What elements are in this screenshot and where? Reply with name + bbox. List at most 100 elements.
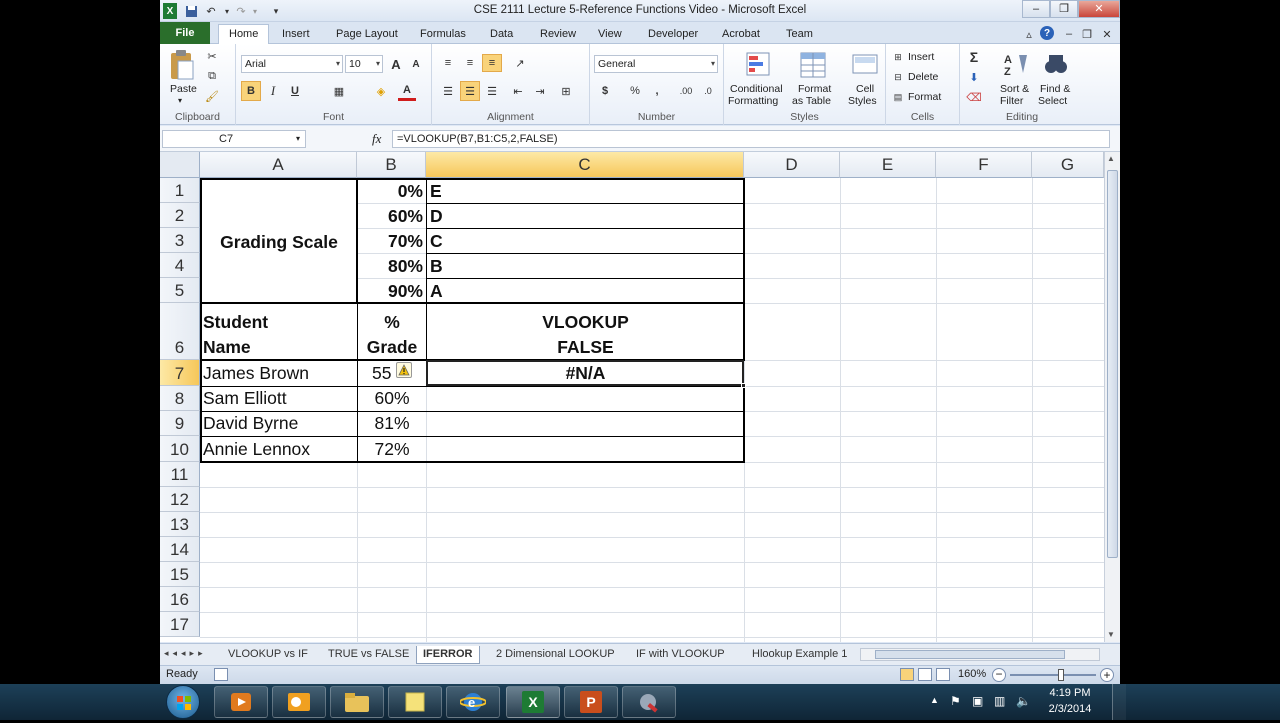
insert-function-icon[interactable]: fx [372,131,381,147]
column-header-g[interactable]: G [1032,152,1104,178]
zoom-in-icon[interactable]: + [1100,668,1114,682]
cell-a9[interactable]: David Byrne [203,412,298,434]
minimize-button[interactable]: – [1022,0,1050,18]
cell-b9[interactable]: 81% [358,412,426,434]
column-header-b[interactable]: B [357,152,426,178]
merge-center-icon[interactable]: ⊞ [556,81,576,101]
sort-filter-icon[interactable]: AZ [1002,50,1030,78]
cell-styles-label[interactable]: Cell [856,83,874,95]
paste-button[interactable]: Paste [170,83,197,95]
formula-input[interactable]: =VLOOKUP(B7,B1:C5,2,FALSE) [392,130,1110,148]
windows-start-icon[interactable] [166,685,200,719]
row-header-13[interactable]: 13 [160,512,200,537]
sort-filter-label-2[interactable]: Filter [1000,95,1023,107]
scroll-up-icon[interactable]: ▲ [1107,154,1115,163]
minimize-ribbon-icon[interactable]: ▵ [1022,26,1036,42]
workbook-restore-icon[interactable]: ❐ [1080,26,1094,42]
row-header-1[interactable]: 1 [160,178,200,203]
column-header-f[interactable]: F [936,152,1032,178]
paste-dropdown-icon[interactable]: ▾ [178,96,182,105]
excel-taskbar-icon[interactable]: X [506,686,560,718]
format-cells-icon[interactable]: ▤ [892,91,904,103]
row-header-3[interactable]: 3 [160,228,200,253]
scroll-thumb[interactable] [1107,170,1118,558]
underline-button[interactable]: U [286,81,304,101]
sheet-tab-hlookup-example[interactable]: Hlookup Example 1 [746,646,850,664]
cell-b1[interactable]: 0% [358,180,423,202]
horizontal-scrollbar[interactable] [860,648,1100,661]
font-size-combo[interactable]: 10 ▾ [345,55,383,73]
conditional-formatting-icon[interactable] [744,50,774,80]
tab-acrobat[interactable]: Acrobat [712,25,770,44]
cell-b10[interactable]: 72% [358,438,426,460]
fill-icon[interactable]: ⬇ [966,69,982,85]
vertical-scrollbar[interactable]: ▲ ▼ [1104,152,1120,642]
conditional-formatting-label[interactable]: Conditional [730,83,783,95]
cell-b8[interactable]: 60% [358,387,426,409]
zoom-level[interactable]: 160% [958,668,986,680]
italic-button[interactable]: I [264,81,282,101]
percent-button[interactable]: % [626,82,644,100]
format-cells-button[interactable]: Format [908,91,941,103]
find-select-label-2[interactable]: Select [1038,95,1067,107]
cell-b7[interactable]: 55 [372,362,391,384]
align-right-icon[interactable]: ☰ [482,81,502,101]
row-header-8[interactable]: 8 [160,386,200,411]
row-header-16[interactable]: 16 [160,587,200,612]
conditional-formatting-label-2[interactable]: Formatting [728,95,778,107]
tab-insert[interactable]: Insert [272,25,320,44]
comma-button[interactable]: , [648,82,666,100]
autosum-icon[interactable]: Σ [966,49,982,65]
decrease-decimal-icon[interactable]: .0 [698,82,718,100]
horizontal-scroll-thumb[interactable] [875,650,1065,659]
sheet-nav-arrows-icon[interactable]: ◂◂◂▸▸ [164,648,207,659]
orientation-icon[interactable]: ↗ [510,54,530,72]
format-as-table-label-2[interactable]: as Table [792,95,831,107]
paste-icon[interactable] [168,48,196,82]
sheet-tab-2d-lookup[interactable]: 2 Dimensional LOOKUP [490,646,621,664]
outlook-icon[interactable] [272,686,326,718]
shrink-font-icon[interactable]: A [407,55,425,73]
sticky-notes-icon[interactable] [388,686,442,718]
close-button[interactable]: ✕ [1078,0,1120,18]
sheet-tab-iferror[interactable]: IFERROR [416,646,480,664]
zoom-slider-thumb[interactable] [1058,669,1064,681]
workbook-minimize-icon[interactable]: – [1062,26,1076,42]
sheet-tab-vlookup-vs-if[interactable]: VLOOKUP vs IF [222,646,314,664]
sheet-tab-true-vs-false[interactable]: TRUE vs FALSE [322,646,415,664]
select-all-corner[interactable] [160,152,200,178]
cut-icon[interactable]: ✂ [204,48,220,64]
tab-home[interactable]: Home [218,24,270,45]
row-header-2[interactable]: 2 [160,203,200,228]
align-bottom-icon[interactable]: ≡ [482,54,502,72]
find-select-label[interactable]: Find & [1040,83,1070,95]
zoom-slider[interactable] [1010,674,1096,676]
font-color-icon[interactable]: A [398,81,416,101]
volume-icon[interactable]: 🔈 [1016,694,1031,708]
decrease-indent-icon[interactable]: ⇤ [508,81,528,101]
cell-a10[interactable]: Annie Lennox [203,438,310,460]
tab-page-layout[interactable]: Page Layout [326,25,408,44]
number-format-combo[interactable]: General ▾ [594,55,718,73]
column-header-d[interactable]: D [744,152,840,178]
device-icon[interactable]: ▣ [972,694,983,708]
cell-c2[interactable]: D [430,205,443,227]
tab-team[interactable]: Team [776,25,823,44]
cell-b2[interactable]: 60% [358,205,423,227]
tools-icon[interactable] [622,686,676,718]
scroll-down-icon[interactable]: ▼ [1107,630,1115,639]
row-header-14[interactable]: 14 [160,537,200,562]
cell-c1[interactable]: E [430,180,442,202]
row-header-7[interactable]: 7 [160,360,200,386]
cell-b4[interactable]: 80% [358,255,423,277]
delete-cells-icon[interactable]: ⊟ [892,71,904,83]
column-header-c[interactable]: C [426,152,744,178]
page-break-view-icon[interactable] [936,668,950,681]
align-left-icon[interactable]: ☰ [438,81,458,101]
internet-explorer-icon[interactable]: e [446,686,500,718]
normal-view-icon[interactable] [900,668,914,681]
clear-icon[interactable]: ⌫ [966,89,982,105]
increase-decimal-icon[interactable]: .00 [676,82,696,100]
find-select-icon[interactable] [1042,50,1070,78]
action-center-icon[interactable]: ⚑ [950,694,961,708]
